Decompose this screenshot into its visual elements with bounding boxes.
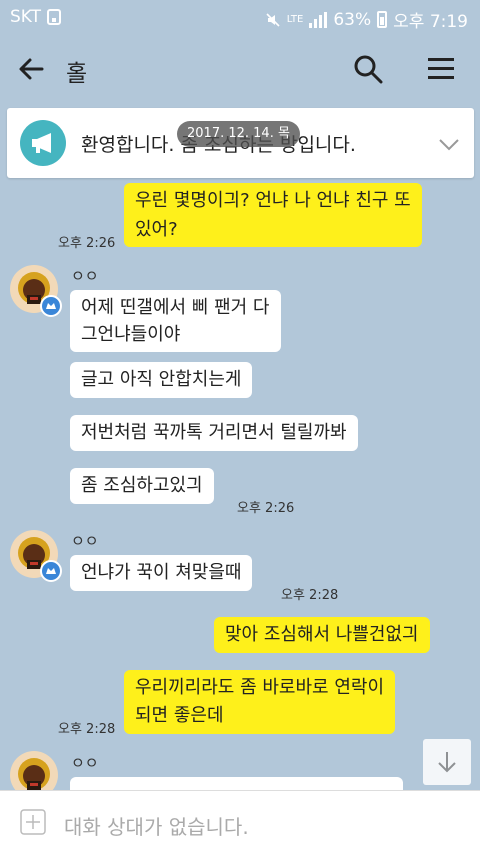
message-bubble-partial[interactable] [70, 777, 403, 790]
message-time: 오후 2:26 [237, 501, 295, 516]
message-bubble[interactable]: 어제 띤갤에서 삐 팬거 다 그언냐들이야 [70, 290, 281, 352]
carrier-label: SKT [10, 7, 42, 27]
network-type: LTE [286, 13, 304, 25]
chevron-down-icon[interactable] [437, 132, 461, 156]
scroll-down-button[interactable] [423, 739, 471, 785]
date-divider: 2017. 12. 14. 목 [177, 121, 300, 147]
sender-name: ㅇㅇ [71, 532, 99, 550]
message-input[interactable]: 대화 상대가 없습니다. [64, 811, 249, 840]
signal-icon [309, 11, 328, 28]
chat-header: 홀 [0, 34, 480, 104]
message-time: 오후 2:28 [281, 588, 339, 603]
message-bubble[interactable]: 좀 조심하고있긔 [70, 468, 214, 504]
megaphone-icon [20, 120, 66, 166]
menu-icon[interactable] [426, 55, 456, 83]
message-time: 오후 2:26 [58, 236, 116, 251]
message-time: 오후 2:28 [58, 722, 116, 737]
plus-icon[interactable] [20, 809, 46, 835]
message-bubble[interactable]: 글고 아직 안합치는게 [70, 362, 253, 398]
avatar-lion-icon[interactable] [9, 529, 63, 583]
message-bubble[interactable]: 저번처럼 꾹까톡 거리면서 털릴까봐 [70, 415, 358, 451]
notification-icon [47, 9, 62, 25]
search-icon[interactable] [352, 53, 384, 85]
message-input-bar: 대화 상대가 없습니다. [0, 790, 480, 853]
back-arrow-icon[interactable] [14, 52, 48, 86]
sender-name: ㅇㅇ [71, 754, 99, 772]
message-bubble[interactable]: 언냐가 꾹이 쳐맞을때 [70, 555, 253, 591]
chat-title: 홀 [66, 61, 88, 87]
my-message-bubble[interactable]: 맞아 조심해서 나쁠건없긔 [214, 617, 430, 653]
status-bar: SKT LTE 63% 오후 7:19 [0, 0, 480, 34]
clock: 오후 7:19 [393, 12, 468, 32]
sender-name: ㅇㅇ [71, 267, 99, 285]
my-message-bubble[interactable]: 우리끼리라도 좀 바로바로 연락이 되면 좋은데 [124, 670, 396, 734]
arrow-down-icon [438, 752, 456, 773]
my-message-bubble[interactable]: 우린 몇명이긔? 언냐 나 언냐 친구 또 있어? [124, 183, 422, 247]
battery-percent: 63% [333, 9, 372, 30]
battery-icon [377, 11, 388, 28]
avatar-lion-icon[interactable] [9, 264, 63, 318]
mute-icon [266, 12, 280, 27]
